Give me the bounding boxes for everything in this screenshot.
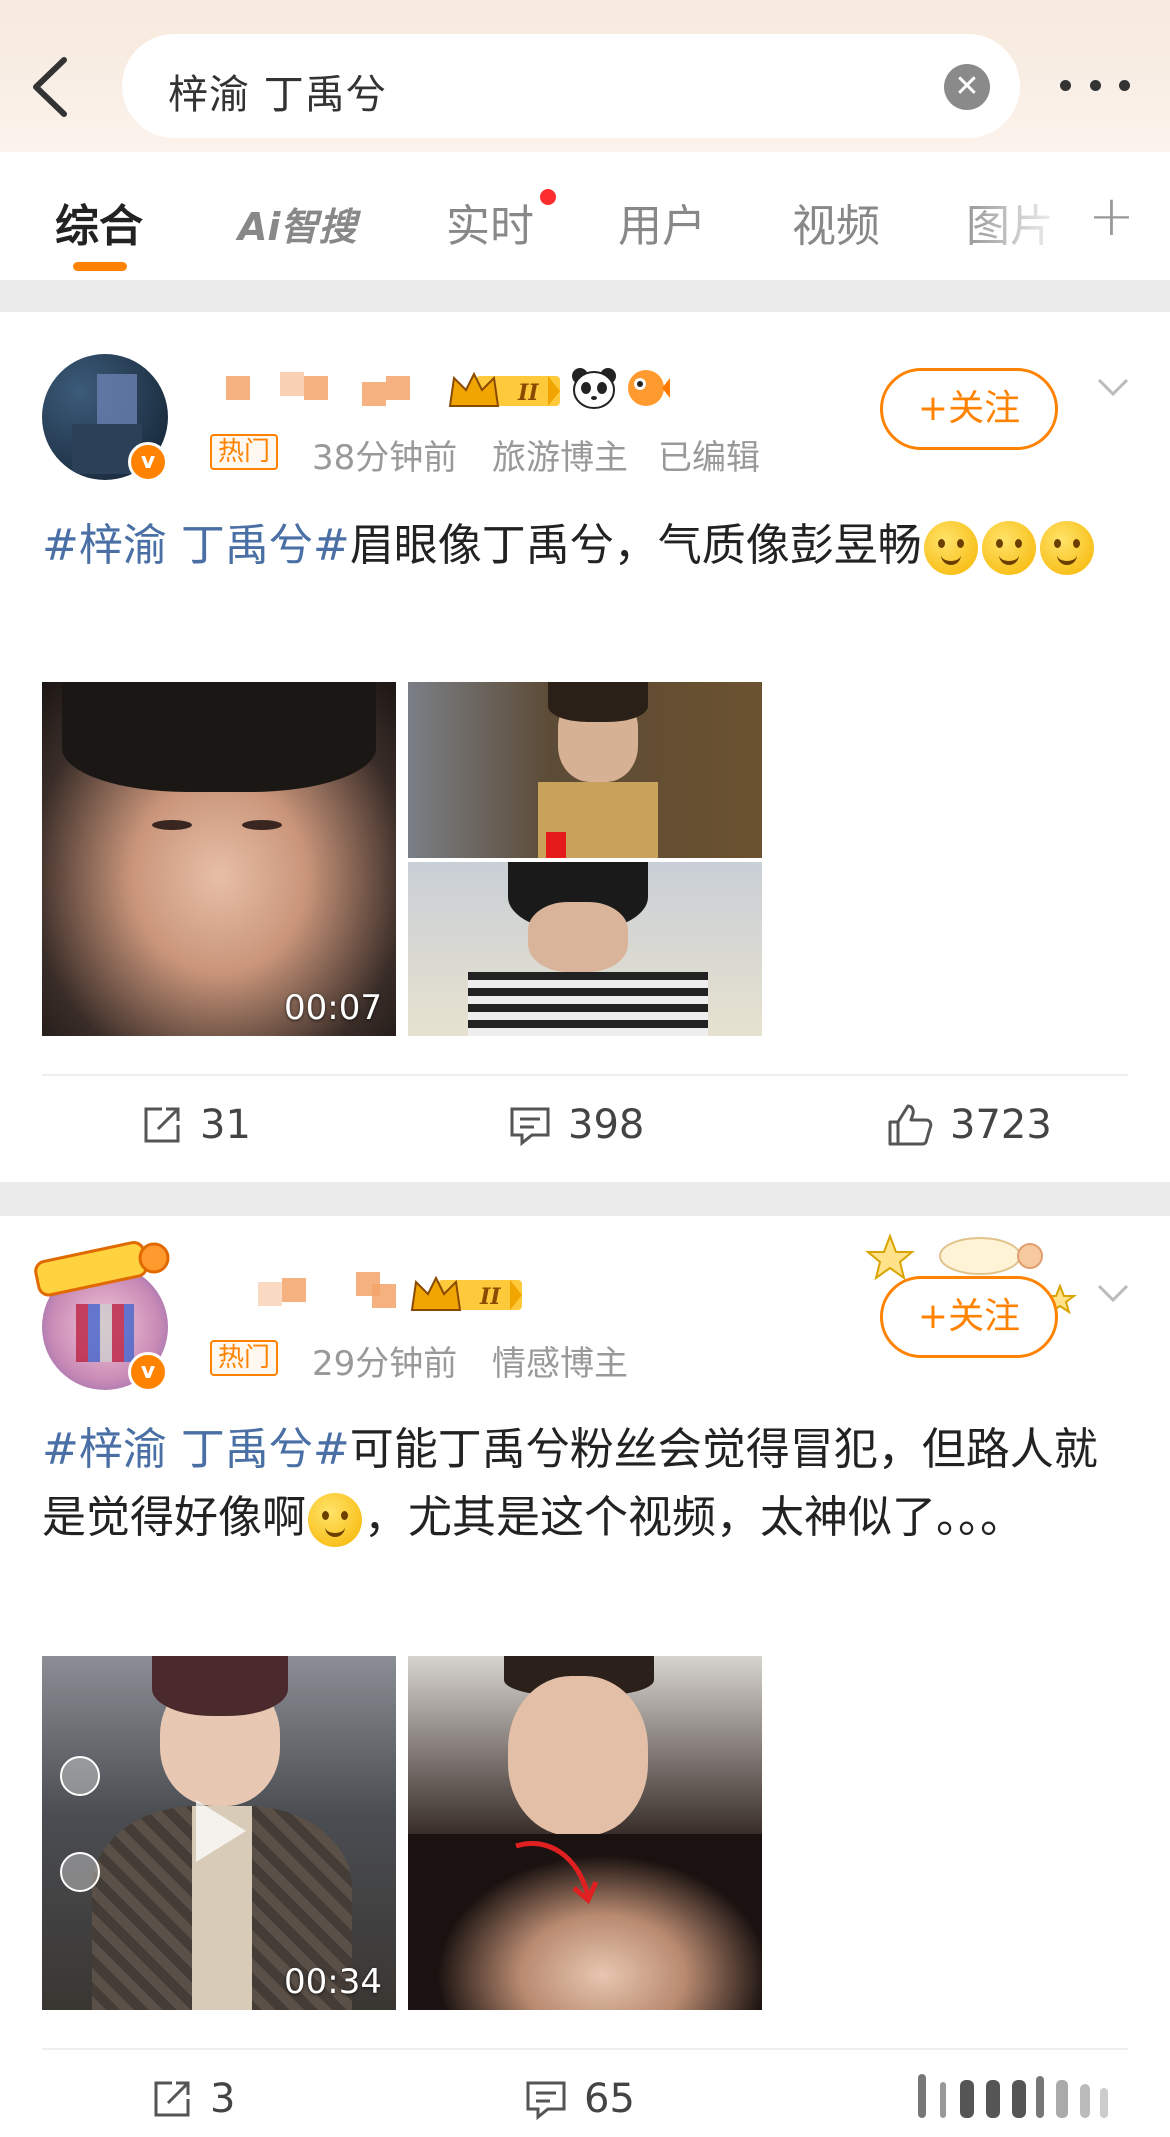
verified-badge-icon: v xyxy=(128,442,168,482)
red-arrow-annotation-icon xyxy=(515,1840,599,1905)
repost-count: 31 xyxy=(200,1102,251,1148)
post-image[interactable] xyxy=(408,682,762,858)
vip-level-icon: II xyxy=(410,1275,522,1311)
post-card[interactable]: v II 热门 38分钟前 旅游博主 已编辑 +关注 #梓渝 丁禹兮#眉眼像丁禹… xyxy=(0,312,1170,1182)
post-text: #梓渝 丁禹兮#可能丁禹兮粉丝会觉得冒犯，但路人就是觉得好像啊 ，尤其是这个视频，… xyxy=(42,1416,1132,1552)
hot-badge: 热门 xyxy=(210,1340,279,1376)
svg-text:II: II xyxy=(479,1284,501,1310)
chevron-down-icon[interactable] xyxy=(1095,1274,1131,1310)
follow-button[interactable]: +关注 xyxy=(880,1276,1058,1358)
repost-button[interactable]: 31 xyxy=(140,1102,251,1148)
hot-badge: 热门 xyxy=(210,434,279,470)
follow-button[interactable]: +关注 xyxy=(880,368,1058,450)
laughing-tears-emoji-icon xyxy=(308,1493,362,1547)
like-count: 3723 xyxy=(950,1102,1052,1148)
active-tab-indicator xyxy=(73,262,127,271)
repost-icon xyxy=(154,2081,190,2117)
svg-text:II: II xyxy=(517,380,539,406)
tab-video[interactable]: 视频 xyxy=(792,190,880,254)
tab-general[interactable]: 综合 xyxy=(55,190,143,254)
avatar-frame-sticker-icon xyxy=(34,1241,170,1297)
video-thumbnail[interactable]: 00:34 xyxy=(42,1656,396,2010)
repost-icon xyxy=(144,1107,180,1143)
video-duration: 00:07 xyxy=(284,988,382,1028)
verified-badge-icon: v xyxy=(128,1352,168,1392)
clear-search-icon[interactable]: ✕ xyxy=(944,64,990,110)
author-role: 旅游博主 xyxy=(492,438,628,478)
post-image[interactable] xyxy=(408,1656,762,2010)
top-bar: 梓渝 丁禹兮 ✕ xyxy=(0,0,1170,152)
comment-icon xyxy=(526,2081,566,2121)
panda-icon xyxy=(572,368,616,409)
tab-realtime[interactable]: 实时 xyxy=(446,190,534,254)
like-button[interactable]: 3723 xyxy=(886,1102,1052,1148)
hashtag-link[interactable]: #梓渝 丁禹兮# xyxy=(42,1424,350,1475)
post-time: 29分钟前 xyxy=(312,1344,458,1384)
search-tabs: 综合 Ai智搜 实时 用户 视频 图片 + xyxy=(0,152,1170,280)
post-card[interactable]: v II 热门 29分钟前 情感博主 +关注 #梓渝 丁禹兮#可能丁禹兮粉丝会觉… xyxy=(0,1216,1170,2137)
repost-button[interactable]: 3 xyxy=(150,2076,235,2122)
search-query-text[interactable]: 梓渝 丁禹兮 xyxy=(168,62,387,120)
tab-ai-search[interactable]: Ai智搜 xyxy=(238,196,356,251)
comment-count: 398 xyxy=(568,1102,645,1148)
new-dot-badge xyxy=(540,189,556,205)
thinking-emoji-icon xyxy=(981,521,1036,575)
comment-count: 65 xyxy=(584,2076,635,2122)
comment-icon xyxy=(510,1107,550,1147)
thinking-emoji-icon xyxy=(923,521,978,575)
author-role: 情感博主 xyxy=(492,1344,628,1384)
video-thumbnail[interactable]: 00:07 xyxy=(42,682,396,1036)
thumbs-up-icon xyxy=(888,1104,933,1146)
add-tab-icon[interactable]: + xyxy=(1088,184,1135,249)
more-options-icon[interactable] xyxy=(1060,70,1130,100)
comment-button[interactable]: 65 xyxy=(524,2076,635,2122)
post-time: 38分钟前 xyxy=(312,438,458,478)
search-box[interactable]: 梓渝 丁禹兮 ✕ xyxy=(122,34,1020,138)
chevron-down-icon[interactable] xyxy=(1095,368,1131,404)
edited-label: 已编辑 xyxy=(658,438,760,478)
fish-icon xyxy=(628,370,670,406)
like-count-partial-icon[interactable] xyxy=(900,2066,1140,2126)
thinking-emoji-icon xyxy=(1039,521,1094,575)
tab-users[interactable]: 用户 xyxy=(618,190,706,254)
repost-count: 3 xyxy=(210,2076,236,2122)
play-icon[interactable] xyxy=(190,1796,250,1866)
comment-button[interactable]: 398 xyxy=(508,1102,644,1148)
hashtag-link[interactable]: #梓渝 丁禹兮# xyxy=(42,520,350,571)
back-arrow-icon[interactable] xyxy=(26,52,76,122)
search-results-page: { "search": { "query": "梓渝 丁禹兮" }, "tabs… xyxy=(0,0,1170,2137)
username-blurred[interactable] xyxy=(222,370,432,410)
video-duration: 00:34 xyxy=(284,1962,382,2002)
username-blurred[interactable] xyxy=(258,1272,408,1312)
vip-level-icon: II xyxy=(448,371,560,407)
post-text: #梓渝 丁禹兮#眉眼像丁禹兮，气质像彭昱畅 xyxy=(42,512,1132,580)
post-image[interactable] xyxy=(408,862,762,1036)
